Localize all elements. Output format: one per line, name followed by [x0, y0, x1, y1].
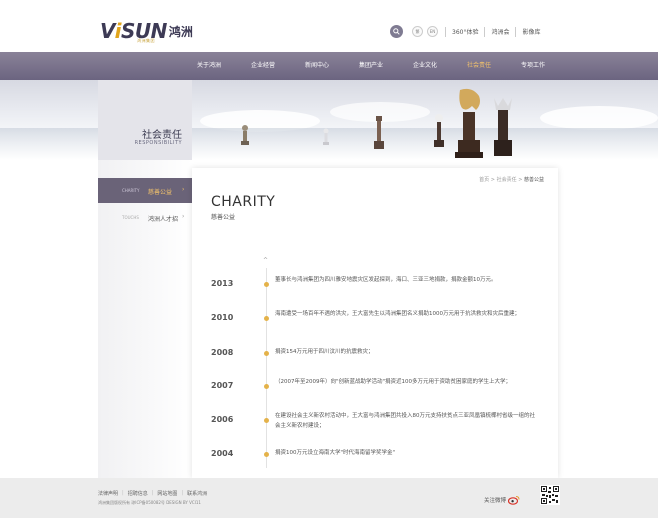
- link-club[interactable]: 鸿洲会: [491, 27, 509, 36]
- nav-business[interactable]: 企业经营: [244, 52, 282, 80]
- main-nav: 关于鸿洲 企业经营 新闻中心 集团产业 企业文化 社会责任 专项工作: [0, 52, 658, 80]
- chess-piece-icon: [434, 114, 444, 147]
- chess-piece-icon: [374, 116, 384, 149]
- footer-separator: |: [181, 490, 184, 496]
- chess-pawn-icon: [323, 128, 329, 145]
- search-button[interactable]: [390, 25, 403, 38]
- logo-subtext: 鸿洲集团: [137, 38, 155, 43]
- content-card: 首页 > 社会责任 > 慈善公益 CHARITY 慈善公益 ^ 2013 董事长…: [192, 168, 558, 478]
- scroll-up-icon[interactable]: ^: [263, 257, 268, 264]
- side-title: 社会责任: [142, 130, 182, 141]
- footer-link-contact[interactable]: 联系鸿洲: [187, 490, 207, 497]
- search-icon: [393, 28, 400, 35]
- timeline-text: （2007年至2009年）向"创新蓝战助学活动"捐资近100多万元用于资助贫困家…: [275, 379, 512, 385]
- nav-special[interactable]: 专项工作: [514, 52, 552, 80]
- footer-links: 法律声明 | 招聘信息 | 网站地图 | 联系鸿洲: [98, 490, 211, 497]
- timeline-dot: [264, 384, 269, 389]
- timeline-year: 2006: [211, 415, 234, 424]
- chess-pawn-icon: [241, 125, 249, 145]
- side-item-en: TOUCHS: [122, 215, 139, 220]
- footer: 法律声明 | 招聘信息 | 网站地图 | 联系鸿洲 鸿洲集团版权所有 琼ICP备…: [0, 478, 658, 518]
- divider: [484, 26, 486, 37]
- timeline-year: 2010: [211, 313, 234, 322]
- side-item-charity[interactable]: CHARITY 慈善公益 ›: [98, 178, 192, 203]
- timeline-year: 2013: [211, 279, 234, 288]
- side-item-label: 慈善公益: [148, 189, 173, 196]
- chess-knight-icon: [455, 88, 483, 158]
- breadcrumb: 首页 > 社会责任 > 慈善公益: [479, 176, 544, 183]
- breadcrumb-current: 慈善公益: [523, 177, 544, 183]
- link-360[interactable]: 360°体验: [452, 27, 478, 36]
- weibo-link[interactable]: 关注微博: [484, 495, 520, 505]
- logo-cn: 鸿洲: [168, 24, 193, 39]
- logo-text: ViSUN: [100, 19, 167, 43]
- weibo-label: 关注微博: [484, 498, 507, 504]
- nav-culture[interactable]: 企业文化: [406, 52, 444, 80]
- side-item-label: 鸿洲人才招: [148, 216, 179, 223]
- footer-link-jobs[interactable]: 招聘信息: [128, 490, 148, 497]
- footer-separator: |: [122, 490, 124, 496]
- divider: [515, 26, 517, 37]
- timeline-dot: [264, 282, 269, 287]
- lang-english-button[interactable]: EN: [427, 26, 438, 37]
- nav-responsibility[interactable]: 社会责任: [460, 52, 498, 80]
- top-utility-bar: 繁 EN 360°体验 鸿洲会 影像库: [390, 25, 546, 38]
- side-menu: CHARITY 慈善公益 › TOUCHS 鸿洲人才招 ›: [98, 160, 192, 478]
- timeline-text: 捐资154万元用于四川汶川的抗震救灾；: [275, 349, 374, 355]
- chevron-right-icon: ›: [182, 186, 185, 193]
- nav-about[interactable]: 关于鸿洲: [190, 52, 228, 80]
- timeline-dot: [264, 452, 269, 457]
- side-title-panel: 社会责任 RESPONSIBILITY: [98, 80, 192, 160]
- page-subtitle: 慈善公益: [211, 214, 236, 221]
- nav-industry[interactable]: 集团产业: [352, 52, 390, 80]
- chevron-right-icon: ›: [182, 213, 185, 220]
- divider: [445, 26, 446, 37]
- nav-news[interactable]: 新闻中心: [298, 52, 336, 80]
- timeline-dot: [264, 316, 269, 321]
- side-item-en: CHARITY: [122, 188, 140, 193]
- timeline-year: 2008: [211, 348, 234, 357]
- qr-code-icon: [540, 485, 560, 505]
- copyright: 鸿洲集团版权所有 琼ICP备050082号 DESIGN BY VCI11: [98, 500, 201, 505]
- lang-traditional-button[interactable]: 繁: [412, 26, 423, 37]
- breadcrumb-section[interactable]: 社会责任: [497, 177, 517, 183]
- timeline-line: [266, 268, 267, 468]
- footer-link-legal[interactable]: 法律声明: [98, 490, 118, 497]
- breadcrumb-separator: >: [490, 177, 495, 183]
- footer-separator: |: [151, 490, 154, 496]
- cloud: [540, 106, 658, 130]
- timeline-dot: [264, 418, 269, 423]
- chess-queen-icon: [494, 98, 512, 156]
- timeline-text: 海南遭受一场百年不遇的洪灾，王大富先生以鸿洲集团名义捐助1000万元用于抗洪救灾…: [275, 311, 521, 317]
- timeline-year: 2004: [211, 449, 234, 458]
- weibo-icon: [508, 496, 520, 505]
- side-title-en: RESPONSIBILITY: [134, 140, 182, 146]
- timeline-text: 捐资100万元设立海南大学"时代海南留学奖学金": [275, 450, 396, 456]
- timeline-year: 2007: [211, 381, 234, 390]
- breadcrumb-home[interactable]: 首页: [479, 177, 489, 183]
- timeline-text: 在建设社会主义新农村活动中，王大富与鸿洲集团共投入80万元支持扶贫点三亚凤凰镇梳…: [275, 413, 536, 429]
- side-item-talent[interactable]: TOUCHS 鸿洲人才招 ›: [98, 205, 192, 230]
- breadcrumb-separator: >: [518, 177, 523, 183]
- timeline-dot: [264, 351, 269, 356]
- timeline-text: 董事长与鸿洲集团为四川雅安地震灾区发起探到，海口、三亚三地捐款，捐款金额10万元…: [275, 277, 497, 283]
- page-title: CHARITY: [211, 194, 276, 210]
- link-media[interactable]: 影像库: [522, 27, 540, 36]
- header: ViSUN 鸿洲 鸿洲集团 繁 EN 360°体验 鸿洲会 影像库: [0, 0, 658, 52]
- footer-link-sitemap[interactable]: 网站地图: [157, 490, 177, 497]
